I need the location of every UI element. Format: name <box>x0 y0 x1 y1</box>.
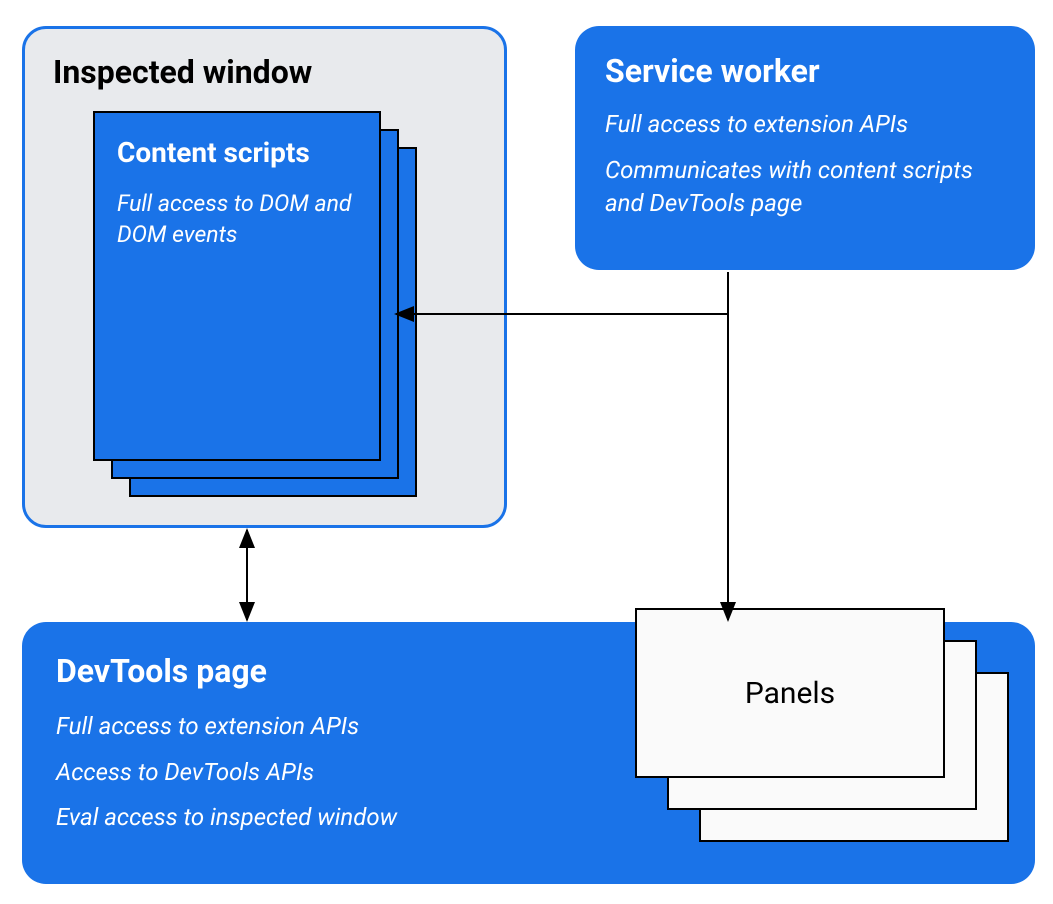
service-worker-desc2: Communicates with content scripts and De… <box>605 154 1005 221</box>
inspected-window-title: Inspected window <box>53 53 476 91</box>
panels-label: Panels <box>745 676 835 711</box>
content-scripts-desc: Full access to DOM and DOM events <box>117 188 357 250</box>
service-worker-title: Service worker <box>605 52 1005 90</box>
content-scripts-card-front: Content scripts Full access to DOM and D… <box>93 111 381 461</box>
diagram-container: Inspected window Content scripts Full ac… <box>0 0 1053 904</box>
service-worker-box: Service worker Full access to extension … <box>575 26 1035 270</box>
inspected-window-box: Inspected window Content scripts Full ac… <box>22 26 507 528</box>
content-scripts-title: Content scripts <box>117 135 357 170</box>
service-worker-desc1: Full access to extension APIs <box>605 108 1005 142</box>
panel-card-front: Panels <box>635 608 945 778</box>
